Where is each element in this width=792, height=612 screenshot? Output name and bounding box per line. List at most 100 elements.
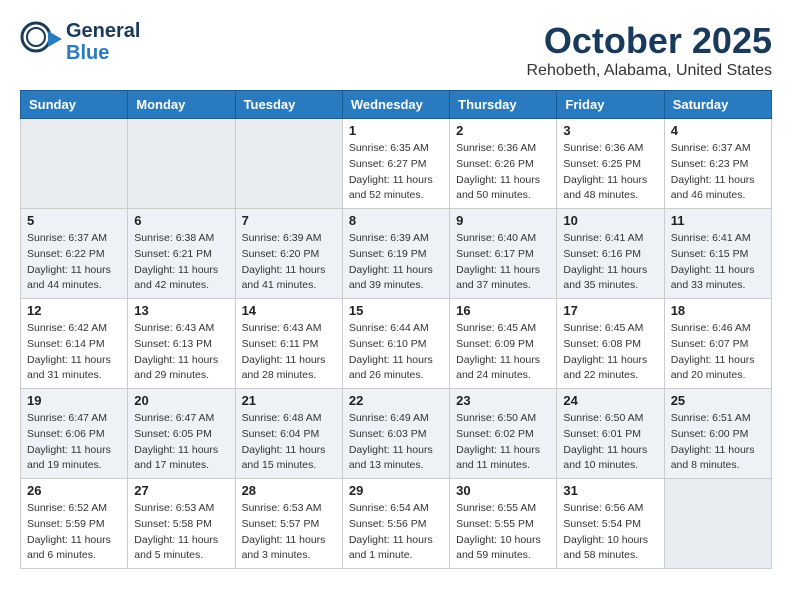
calendar-day-cell: 11Sunrise: 6:41 AM Sunset: 6:15 PM Dayli…: [664, 209, 771, 299]
calendar-day-cell: 29 Sunrise: 6:54 AM Sunset: 5:56 PM Dayli…: [342, 479, 449, 569]
day-number: 3: [563, 123, 657, 138]
calendar-day-cell: 2 Sunrise: 6:36 AM Sunset: 6:26 PM Daylig…: [450, 119, 557, 209]
day-info: Sunrise: 6:37 AM Sunset: 6:23 PM Dayligh…: [671, 141, 765, 204]
day-number: 9: [456, 213, 550, 228]
day-info: Sunrise: 6:39 AM Sunset: 6:19 PM Dayligh…: [349, 231, 443, 294]
day-number: 20: [134, 393, 228, 408]
day-info: Sunrise: 6:50 AM Sunset: 6:02 PM Dayligh…: [456, 411, 550, 474]
day-number: 18: [671, 303, 765, 318]
day-info: Sunrise: 6:46 AM Sunset: 6:07 PM Dayligh…: [671, 321, 765, 384]
page-header: General Blue October 2025 Rehobeth, Alab…: [20, 20, 772, 80]
calendar-day-cell: 27 Sunrise: 6:53 AM Sunset: 5:58 PM Dayli…: [128, 479, 235, 569]
weekday-header-cell: Wednesday: [342, 91, 449, 119]
day-info: Sunrise: 6:40 AM Sunset: 6:17 PM Dayligh…: [456, 231, 550, 294]
calendar-day-cell: 4Sunrise: 6:37 AM Sunset: 6:23 PM Daylig…: [664, 119, 771, 209]
logo-text-line2: Blue: [66, 42, 140, 64]
day-info: Sunrise: 6:38 AM Sunset: 6:21 PM Dayligh…: [134, 231, 228, 294]
day-number: 1: [349, 123, 443, 138]
day-number: 15: [349, 303, 443, 318]
day-info: Sunrise: 6:45 AM Sunset: 6:08 PM Dayligh…: [563, 321, 657, 384]
calendar-day-cell: 20 Sunrise: 6:47 AM Sunset: 6:05 PM Dayli…: [128, 389, 235, 479]
day-info: Sunrise: 6:41 AM Sunset: 6:16 PM Dayligh…: [563, 231, 657, 294]
month-title: October 2025: [527, 20, 773, 62]
logo-icon: [20, 21, 62, 63]
calendar-day-cell: 10Sunrise: 6:41 AM Sunset: 6:16 PM Dayli…: [557, 209, 664, 299]
weekday-header-cell: Sunday: [21, 91, 128, 119]
day-info: Sunrise: 6:43 AM Sunset: 6:13 PM Dayligh…: [134, 321, 228, 384]
weekday-header-cell: Friday: [557, 91, 664, 119]
calendar-day-cell: 23 Sunrise: 6:50 AM Sunset: 6:02 PM Dayli…: [450, 389, 557, 479]
day-number: 22: [349, 393, 443, 408]
day-info: Sunrise: 6:49 AM Sunset: 6:03 PM Dayligh…: [349, 411, 443, 474]
calendar-day-cell: 25Sunrise: 6:51 AM Sunset: 6:00 PM Dayli…: [664, 389, 771, 479]
calendar-day-cell: 3 Sunrise: 6:36 AM Sunset: 6:25 PM Daylig…: [557, 119, 664, 209]
day-info: Sunrise: 6:50 AM Sunset: 6:01 PM Dayligh…: [563, 411, 657, 474]
calendar-week-row: 12Sunrise: 6:42 AM Sunset: 6:14 PM Dayli…: [21, 299, 772, 389]
day-number: 19: [27, 393, 121, 408]
day-info: Sunrise: 6:35 AM Sunset: 6:27 PM Dayligh…: [349, 141, 443, 204]
calendar-header-row: SundayMondayTuesdayWednesdayThursdayFrid…: [21, 91, 772, 119]
day-number: 13: [134, 303, 228, 318]
day-number: 14: [242, 303, 336, 318]
calendar-day-cell: 7Sunrise: 6:39 AM Sunset: 6:20 PM Daylig…: [235, 209, 342, 299]
calendar-week-row: 1 Sunrise: 6:35 AM Sunset: 6:27 PM Daylig…: [21, 119, 772, 209]
calendar-day-cell: 31 Sunrise: 6:56 AM Sunset: 5:54 PM Dayli…: [557, 479, 664, 569]
calendar-day-cell: 26 Sunrise: 6:52 AM Sunset: 5:59 PM Dayli…: [21, 479, 128, 569]
day-info: Sunrise: 6:36 AM Sunset: 6:26 PM Dayligh…: [456, 141, 550, 204]
calendar-week-row: 26 Sunrise: 6:52 AM Sunset: 5:59 PM Dayli…: [21, 479, 772, 569]
logo-text-line1: General: [66, 20, 140, 42]
day-info: Sunrise: 6:52 AM Sunset: 5:59 PM Dayligh…: [27, 501, 121, 564]
day-number: 24: [563, 393, 657, 408]
calendar-day-cell: [664, 479, 771, 569]
calendar-day-cell: 30Sunrise: 6:55 AM Sunset: 5:55 PM Dayli…: [450, 479, 557, 569]
day-number: 16: [456, 303, 550, 318]
day-number: 23: [456, 393, 550, 408]
calendar-body: 1 Sunrise: 6:35 AM Sunset: 6:27 PM Daylig…: [21, 119, 772, 569]
calendar-day-cell: 5Sunrise: 6:37 AM Sunset: 6:22 PM Daylig…: [21, 209, 128, 299]
calendar-day-cell: 13 Sunrise: 6:43 AM Sunset: 6:13 PM Dayli…: [128, 299, 235, 389]
calendar-week-row: 5Sunrise: 6:37 AM Sunset: 6:22 PM Daylig…: [21, 209, 772, 299]
calendar-day-cell: 12Sunrise: 6:42 AM Sunset: 6:14 PM Dayli…: [21, 299, 128, 389]
day-number: 6: [134, 213, 228, 228]
calendar-day-cell: 1 Sunrise: 6:35 AM Sunset: 6:27 PM Daylig…: [342, 119, 449, 209]
weekday-header-cell: Tuesday: [235, 91, 342, 119]
calendar-day-cell: 24 Sunrise: 6:50 AM Sunset: 6:01 PM Dayli…: [557, 389, 664, 479]
day-info: Sunrise: 6:45 AM Sunset: 6:09 PM Dayligh…: [456, 321, 550, 384]
day-info: Sunrise: 6:36 AM Sunset: 6:25 PM Dayligh…: [563, 141, 657, 204]
location: Rehobeth, Alabama, United States: [527, 62, 773, 80]
day-number: 17: [563, 303, 657, 318]
day-number: 8: [349, 213, 443, 228]
day-number: 5: [27, 213, 121, 228]
day-number: 2: [456, 123, 550, 138]
calendar-day-cell: 19Sunrise: 6:47 AM Sunset: 6:06 PM Dayli…: [21, 389, 128, 479]
title-area: October 2025 Rehobeth, Alabama, United S…: [527, 20, 773, 80]
calendar-day-cell: 8 Sunrise: 6:39 AM Sunset: 6:19 PM Daylig…: [342, 209, 449, 299]
day-info: Sunrise: 6:51 AM Sunset: 6:00 PM Dayligh…: [671, 411, 765, 474]
calendar-table: SundayMondayTuesdayWednesdayThursdayFrid…: [20, 90, 772, 569]
day-number: 27: [134, 483, 228, 498]
day-number: 26: [27, 483, 121, 498]
day-number: 12: [27, 303, 121, 318]
day-info: Sunrise: 6:54 AM Sunset: 5:56 PM Dayligh…: [349, 501, 443, 564]
day-info: Sunrise: 6:53 AM Sunset: 5:57 PM Dayligh…: [242, 501, 336, 564]
day-number: 29: [349, 483, 443, 498]
calendar-day-cell: 14 Sunrise: 6:43 AM Sunset: 6:11 PM Dayli…: [235, 299, 342, 389]
calendar-day-cell: 16 Sunrise: 6:45 AM Sunset: 6:09 PM Dayli…: [450, 299, 557, 389]
day-number: 30: [456, 483, 550, 498]
calendar-day-cell: 15 Sunrise: 6:44 AM Sunset: 6:10 PM Dayli…: [342, 299, 449, 389]
day-info: Sunrise: 6:43 AM Sunset: 6:11 PM Dayligh…: [242, 321, 336, 384]
day-number: 21: [242, 393, 336, 408]
weekday-header-cell: Monday: [128, 91, 235, 119]
calendar-day-cell: [235, 119, 342, 209]
calendar-day-cell: 21Sunrise: 6:48 AM Sunset: 6:04 PM Dayli…: [235, 389, 342, 479]
calendar-week-row: 19Sunrise: 6:47 AM Sunset: 6:06 PM Dayli…: [21, 389, 772, 479]
calendar-day-cell: [128, 119, 235, 209]
day-info: Sunrise: 6:53 AM Sunset: 5:58 PM Dayligh…: [134, 501, 228, 564]
day-number: 31: [563, 483, 657, 498]
weekday-header-cell: Thursday: [450, 91, 557, 119]
calendar-day-cell: 18 Sunrise: 6:46 AM Sunset: 6:07 PM Dayli…: [664, 299, 771, 389]
day-info: Sunrise: 6:56 AM Sunset: 5:54 PM Dayligh…: [563, 501, 657, 564]
day-info: Sunrise: 6:44 AM Sunset: 6:10 PM Dayligh…: [349, 321, 443, 384]
day-info: Sunrise: 6:41 AM Sunset: 6:15 PM Dayligh…: [671, 231, 765, 294]
day-info: Sunrise: 6:47 AM Sunset: 6:05 PM Dayligh…: [134, 411, 228, 474]
